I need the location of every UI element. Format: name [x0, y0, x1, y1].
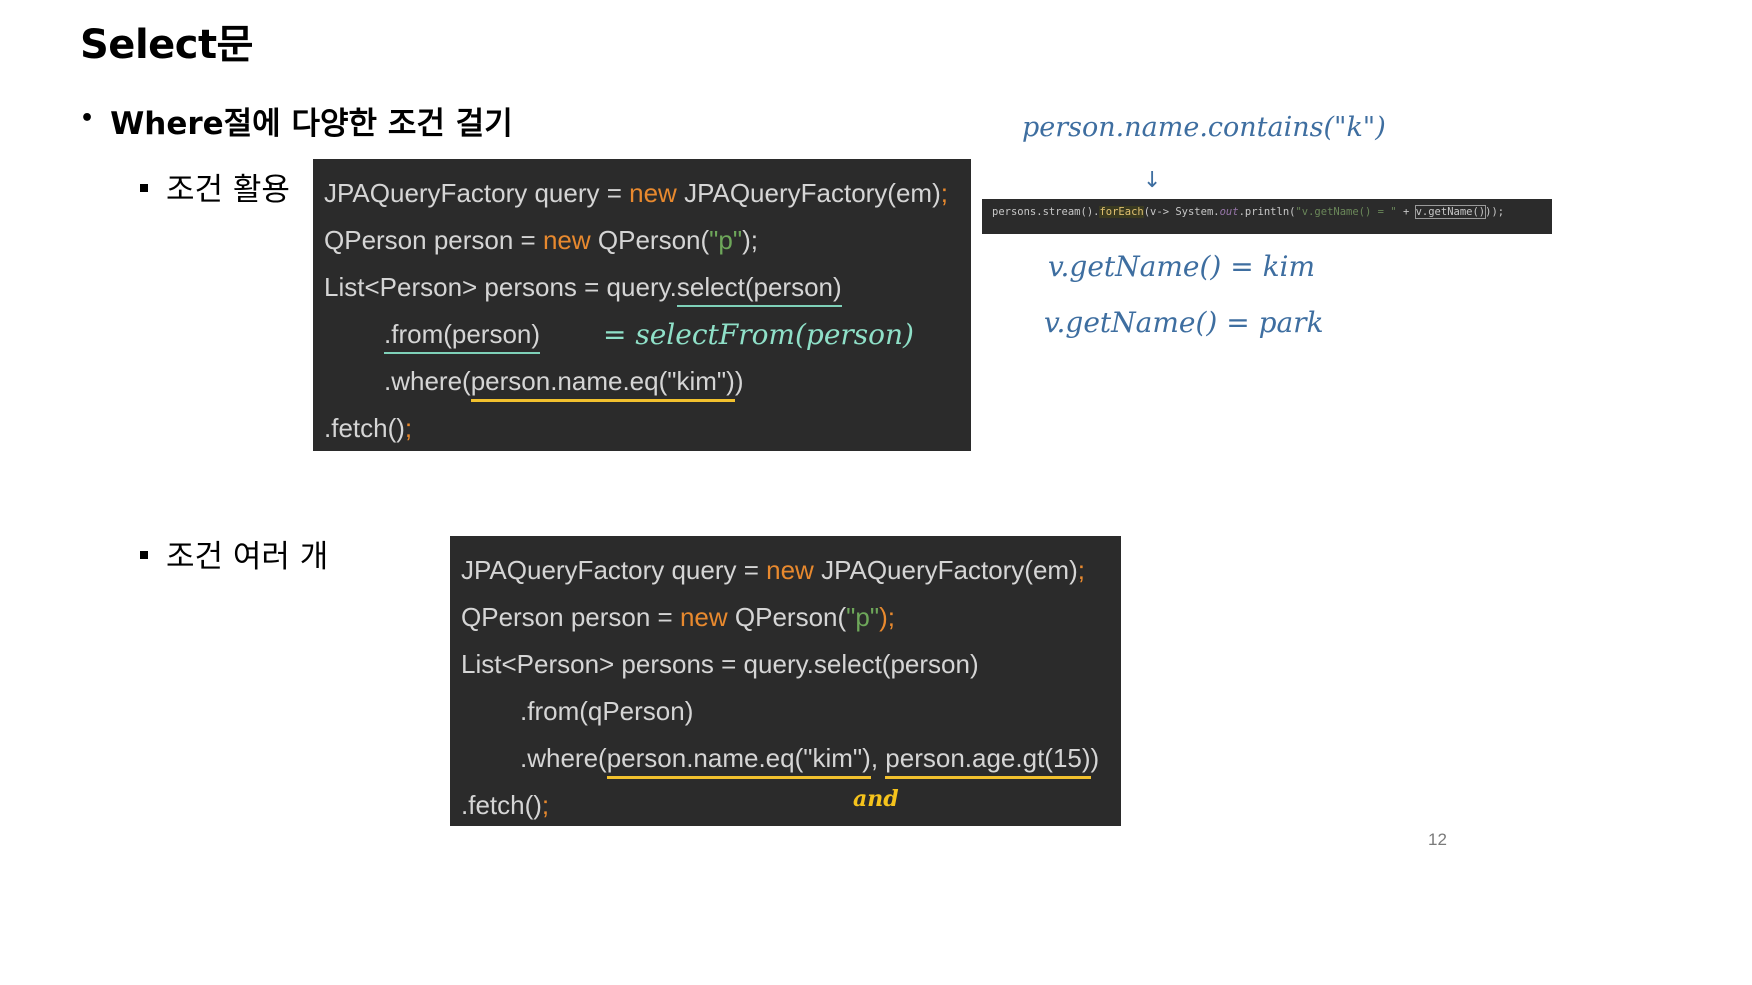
result-kim-annotation: v.getName() = kim [1048, 250, 1316, 283]
code1-line-6: .fetch(); [324, 413, 413, 443]
code2-line-5: .where(person.name.eq("kim"), person.age… [520, 743, 1099, 779]
code1-line-2: QPerson person = new QPerson("p"); [324, 225, 758, 255]
main-bullet-text: Where절에 다양한 조건 걸기 [110, 106, 513, 142]
code-block-1: JPAQueryFactory query = new JPAQueryFact… [313, 159, 971, 451]
select-from-annotation: = selectFrom(person) [603, 318, 914, 351]
contains-annotation: person.name.contains("k") [1022, 112, 1386, 143]
result-park-annotation: v.getName() = park [1044, 306, 1324, 339]
main-bullet: • Where절에 다양한 조건 걸기 [80, 98, 513, 143]
slide-title: Select문 [80, 22, 253, 68]
square-bullet-icon [140, 550, 148, 559]
code2-line-4: .from(qPerson) [520, 696, 694, 726]
code1-line-5: .where(person.name.eq("kim")) [384, 366, 744, 402]
code2-line-1: JPAQueryFactory query = new JPAQueryFact… [461, 555, 1085, 585]
bullet-dot-icon: • [80, 106, 95, 131]
code2-line-3: List<Person> persons = query.select(pers… [461, 649, 979, 679]
down-arrow-icon: ↓ [1143, 168, 1162, 193]
code1-line-1: JPAQueryFactory query = new JPAQueryFact… [324, 178, 948, 208]
code2-line-6: .fetch(); [461, 790, 550, 820]
code-snippet-foreach: persons.stream().forEach(v-> System.out.… [982, 199, 1552, 234]
and-annotation: and [853, 786, 899, 812]
sub-bullet-1: 조건 활용 [140, 164, 290, 209]
sub-bullet-2-text: 조건 여러 개 [166, 539, 329, 575]
code1-line-4: .from(person) [384, 319, 541, 354]
square-bullet-icon [140, 183, 148, 192]
sub-bullet-2: 조건 여러 개 [140, 531, 328, 576]
page-number: 12 [1428, 830, 1447, 849]
code-block-2: JPAQueryFactory query = new JPAQueryFact… [450, 536, 1121, 826]
sub-bullet-1-text: 조건 활용 [166, 172, 290, 208]
code2-line-2: QPerson person = new QPerson("p"); [461, 602, 895, 632]
code1-line-3: List<Person> persons = query.select(pers… [324, 272, 842, 307]
